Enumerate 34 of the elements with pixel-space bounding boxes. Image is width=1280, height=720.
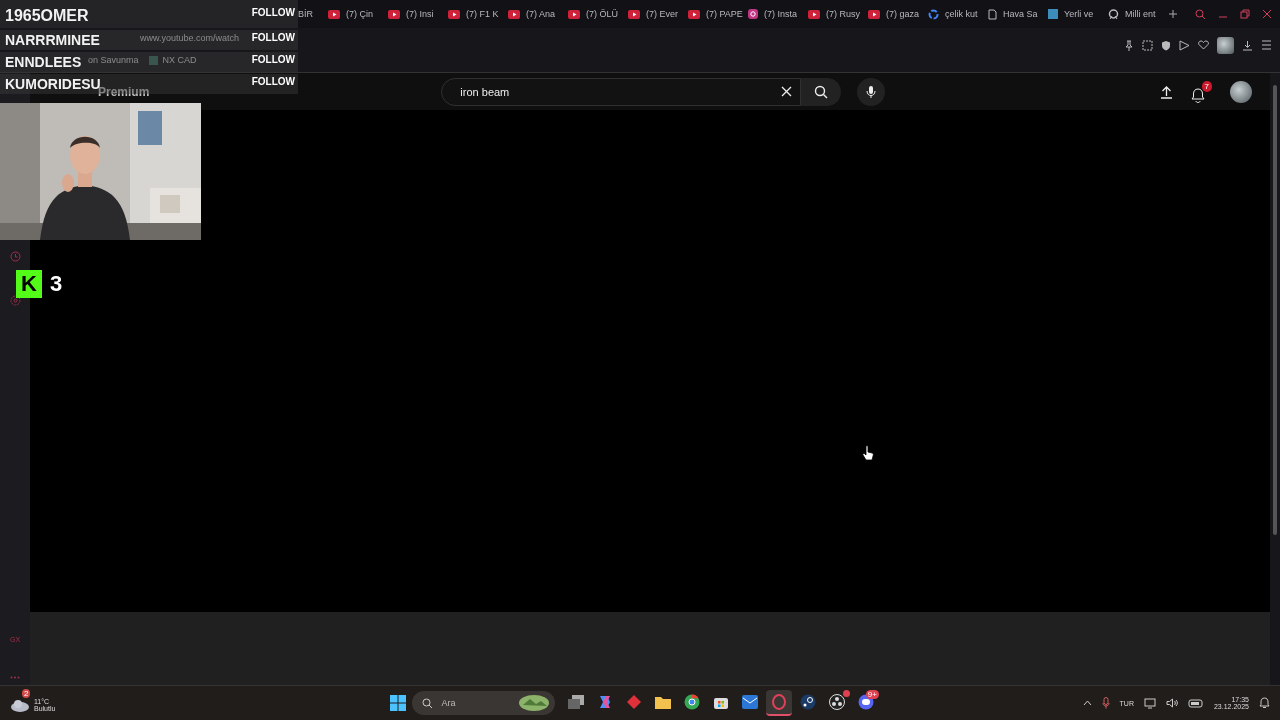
weather-alert-count: 2 xyxy=(22,689,31,698)
browser-tab[interactable]: Hava Sa xyxy=(988,8,1048,20)
follow-label: FOLLOW xyxy=(251,32,295,43)
browser-tab[interactable]: (7) Insi xyxy=(388,9,448,19)
follower-name: 1965OMER xyxy=(5,7,89,25)
browser-tab[interactable]: (7) ÖLÜ xyxy=(568,9,628,19)
browser-tab[interactable]: (7) Insta xyxy=(748,9,808,19)
browser-tab[interactable]: Milli ent xyxy=(1108,8,1168,20)
taskbar-search-field[interactable]: Ara xyxy=(412,691,556,715)
address-text[interactable]: www.youtube.com/watch xyxy=(140,33,240,43)
search-field[interactable]: iron beam xyxy=(441,77,802,106)
browser-tab[interactable]: Yerli ve xyxy=(1048,9,1108,19)
bookmark[interactable]: on Savunma xyxy=(88,55,139,65)
counter-value: 3 xyxy=(50,271,63,297)
app-badge: 9+ xyxy=(865,690,879,699)
browser-tab[interactable]: (7) Ever xyxy=(628,9,688,19)
browser-tab[interactable]: (7) PAPE xyxy=(688,9,748,19)
follow-label: FOLLOW xyxy=(251,54,295,65)
browser-tab[interactable]: BİR xyxy=(298,9,328,19)
notifications-button[interactable]: 7 xyxy=(1191,80,1212,103)
browser-tab[interactable]: (7) F1 K xyxy=(448,9,508,19)
follower-name: ENNDLEES xyxy=(5,54,82,70)
follower-name: NARRRMINEE xyxy=(5,32,100,48)
browser-tab[interactable]: (7) Çin xyxy=(328,9,388,19)
taskbar-app[interactable]: 9+ xyxy=(852,690,879,716)
kick-logo: K xyxy=(16,270,42,298)
browser-tab[interactable]: (7) gaza xyxy=(868,9,928,19)
follow-label: FOLLOW xyxy=(251,76,295,87)
browser-tab[interactable]: (7) Rusy xyxy=(808,9,868,19)
notification-count: 7 xyxy=(1201,80,1212,92)
browser-tab[interactable]: çelik kut xyxy=(928,8,988,20)
bookmark[interactable]: NX CAD xyxy=(148,55,197,65)
follow-label: FOLLOW xyxy=(251,7,295,18)
browser-tab[interactable]: (7) Ana xyxy=(508,9,568,19)
